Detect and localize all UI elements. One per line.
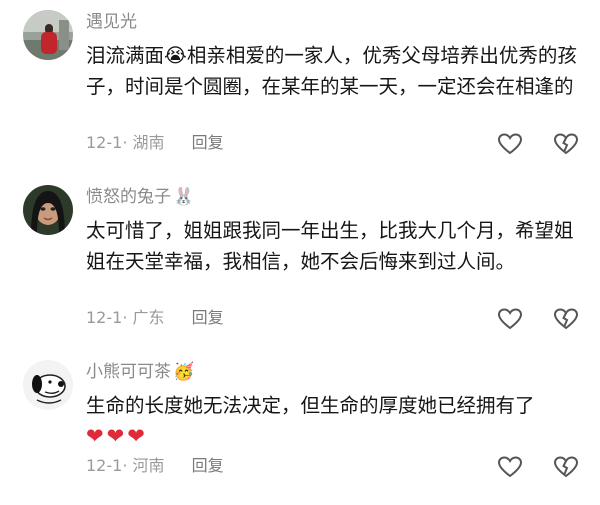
broken-heart-outline-icon[interactable] — [552, 130, 580, 158]
comment-meta: 12-1· 湖南 回复 — [86, 133, 224, 152]
comment-meta: 12-1· 广东 回复 — [86, 308, 224, 327]
broken-heart-outline-icon[interactable] — [552, 305, 580, 333]
heart-outline-icon[interactable] — [496, 453, 524, 481]
comment-date: 12-1 — [86, 308, 123, 327]
crying-emoji: 😭 — [164, 44, 187, 67]
comment-meta: 12-1· 河南 回复 — [86, 456, 224, 475]
comment-location: 广东 — [132, 308, 165, 327]
broken-heart-outline-icon[interactable] — [552, 453, 580, 481]
party-face-emoji: 🥳 — [173, 362, 195, 382]
red-hearts-emoji: ❤❤❤ — [86, 424, 148, 448]
avatar[interactable] — [23, 10, 73, 60]
username[interactable]: 遇见光 — [86, 10, 137, 34]
comment-item: 愤怒的兔子 🐰 太可惜了，姐姐跟我同一年出生，比我大几个月，希望姐姐在天堂幸福，我… — [0, 185, 600, 335]
username-text: 愤怒的兔子 — [86, 187, 171, 207]
comment-text: 泪流满面😭相亲相爱的一家人，优秀父母培养出优秀的孩子，时间是个圆圈，在某年的某一… — [86, 44, 577, 98]
reply-button[interactable]: 回复 — [192, 308, 224, 327]
avatar[interactable] — [23, 185, 73, 235]
avatar[interactable] — [23, 360, 73, 410]
username-text: 小熊可可茶 — [86, 362, 171, 382]
username[interactable]: 愤怒的兔子 🐰 — [86, 185, 194, 209]
heart-outline-icon[interactable] — [496, 305, 524, 333]
comment-location: 河南 — [132, 456, 165, 475]
username-text: 遇见光 — [86, 12, 137, 32]
comment-item: 遇见光 泪流满面😭相亲相爱的一家人，优秀父母培养出优秀的孩子，时间是个圆圈，在某… — [0, 10, 600, 160]
heart-outline-icon[interactable] — [496, 130, 524, 158]
comment-date: 12-1 — [86, 456, 123, 475]
reply-button[interactable]: 回复 — [192, 456, 224, 475]
comment-date: 12-1 — [86, 133, 123, 152]
comment-item: 小熊可可茶 🥳 生命的长度她无法决定，但生命的厚度她已经拥有了 ❤❤❤ 12-1·… — [0, 360, 600, 500]
username[interactable]: 小熊可可茶 🥳 — [86, 360, 194, 384]
rabbit-emoji: 🐰 — [173, 187, 195, 207]
comment-text: 太可惜了，姐姐跟我同一年出生，比我大几个月，希望姐姐在天堂幸福，我相信，她不会后… — [86, 219, 574, 273]
comment-text: 生命的长度她无法决定，但生命的厚度她已经拥有了 ❤❤❤ — [86, 390, 578, 452]
reply-button[interactable]: 回复 — [192, 133, 224, 152]
comment-list: 遇见光 泪流满面😭相亲相爱的一家人，优秀父母培养出优秀的孩子，时间是个圆圈，在某… — [0, 0, 600, 505]
comment-location: 湖南 — [132, 133, 165, 152]
